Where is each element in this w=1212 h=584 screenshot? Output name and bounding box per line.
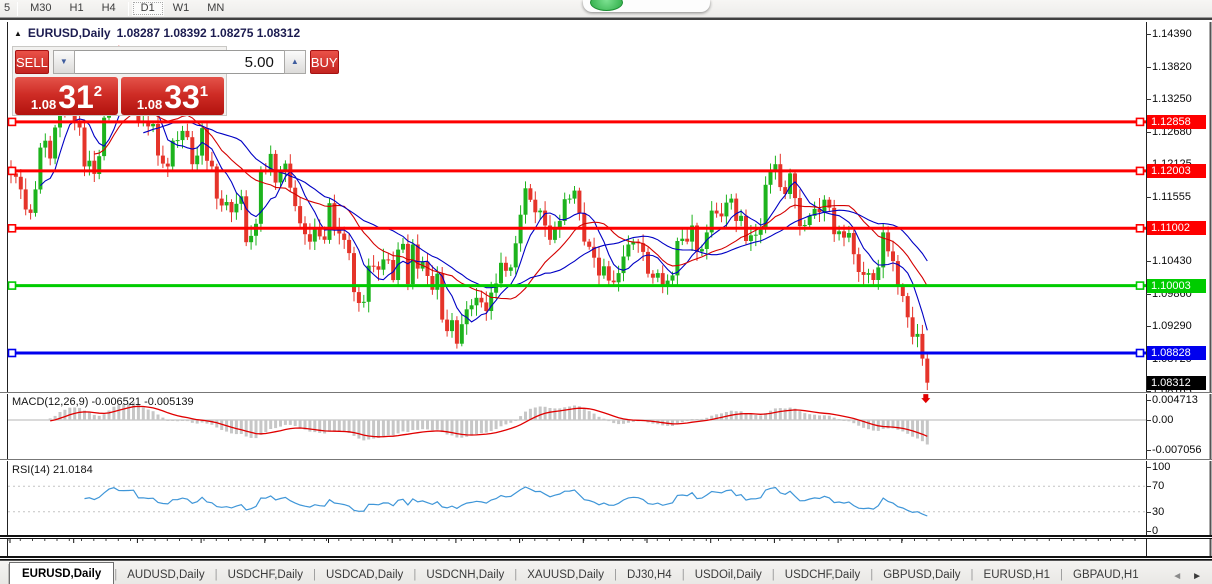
sell-button[interactable]: SELL	[15, 50, 49, 74]
tab-usdcnh-daily[interactable]: USDCNH,Daily	[416, 565, 514, 584]
volume-up-icon[interactable]: ▲	[283, 50, 306, 74]
axis-tick-mark	[1146, 66, 1151, 68]
tab-usdcad-daily[interactable]: USDCAD,Daily	[316, 565, 413, 584]
volume-down-icon[interactable]: ▼	[52, 50, 75, 74]
sell-price-big: 31	[58, 79, 94, 115]
axis-tick-label: 0.004713	[1152, 393, 1198, 406]
chart-window: ▲ EURUSD,Daily 1.08287 1.08392 1.08275 1…	[0, 18, 1212, 584]
tab-scroll-controls: ◄ ►	[1172, 571, 1212, 584]
axis-tick-mark	[1146, 420, 1151, 421]
axis-tick-label: 1.10430	[1152, 255, 1192, 268]
sell-price-figure: 1.08	[30, 97, 57, 112]
toolbar-separator	[127, 1, 129, 16]
macd-label: MACD(12,26,9) -0.006521 -0.005139	[12, 396, 194, 408]
axis-tick-label: 1.13250	[1152, 93, 1192, 106]
timeframe-buttons: M30 H1 H4 D1 W1 MN	[21, 1, 233, 16]
timeframe-button-w1[interactable]: W1	[164, 1, 199, 16]
timeframe-button-m30[interactable]: M30	[21, 1, 60, 16]
axis-tick-mark	[1146, 449, 1151, 451]
buy-button[interactable]: BUY	[309, 50, 339, 74]
axis-tick-label: 1.13820	[1152, 60, 1192, 73]
axis-tick-mark	[1146, 196, 1151, 198]
axis-tick-mark	[1146, 326, 1151, 328]
tab-eurusd-h1[interactable]: EURUSD,H1	[974, 565, 1060, 584]
timeframe-button-d1[interactable]: D1	[131, 1, 164, 16]
one-click-trade-panel: SELL ▼ ▲ BUY 1.08 31 2 1.08 33 1	[12, 46, 339, 116]
axis-tick-mark	[1146, 511, 1151, 513]
tab-xauusd-daily[interactable]: XAUUSD,Daily	[517, 565, 614, 584]
tab-bar-spacer	[0, 564, 9, 584]
axis-tick-label: 100	[1152, 461, 1171, 473]
axis-tick-mark	[1146, 293, 1151, 295]
axis-tick-mark	[1146, 132, 1151, 134]
collapse-panel-icon[interactable]: ▲	[14, 29, 22, 38]
mt4-terminal: 5 M30 H1 H4 D1 W1 MN ▲ EURUSD,Daily 1.08287 1…	[0, 0, 1212, 584]
buy-price-figure: 1.08	[136, 97, 163, 112]
buy-price-big: 33	[164, 79, 200, 115]
rsi-label: RSI(14) 21.0184	[12, 464, 93, 476]
screen-overlay-pill	[583, 0, 710, 12]
timeframe-button-h1[interactable]: H1	[61, 1, 93, 16]
axis-tick-mark	[1146, 531, 1151, 532]
axis-tick-mark	[1146, 467, 1151, 468]
axis-tick-mark	[1146, 486, 1151, 488]
axis-tick-label: 0.00	[1152, 414, 1174, 426]
chart-symbol-label: EURUSD,Daily	[27, 26, 111, 40]
axis-tick-mark	[1146, 34, 1151, 35]
axis-tick-mark	[1146, 99, 1151, 101]
tab-gbpusd-daily[interactable]: GBPUSD,Daily	[873, 565, 970, 584]
tab-usdchf-daily[interactable]: USDCHF,Daily	[775, 565, 870, 584]
volume-stepper: ▼ ▲	[52, 50, 306, 74]
tab-audusd-daily[interactable]: AUDUSD,Daily	[117, 565, 214, 584]
tab-gbpaud-h1[interactable]: GBPAUD,H1	[1063, 565, 1149, 584]
buy-price-tile[interactable]: 1.08 33 1	[121, 77, 224, 115]
sell-price-tile[interactable]: 1.08 31 2	[15, 77, 118, 115]
pane-divider[interactable]	[0, 459, 1212, 461]
price-level-tag: 1.12858	[1147, 114, 1206, 129]
tab-usdchf-daily[interactable]: USDCHF,Daily	[218, 565, 313, 584]
tab-scroll-left-icon[interactable]: ◄	[1172, 571, 1182, 582]
volume-input[interactable]	[74, 50, 284, 74]
toolbar-separator	[17, 1, 19, 16]
axis-tick-label: 30	[1152, 505, 1165, 518]
axis-tick-label: 1.11555	[1152, 190, 1191, 203]
chart-bottom-border	[0, 535, 1212, 539]
axis-tick-label: 1.09290	[1152, 320, 1192, 333]
sell-price-pip: 2	[93, 83, 103, 100]
toolbar-button-partial[interactable]: 5	[0, 1, 14, 16]
pane-divider[interactable]	[0, 392, 1212, 394]
price-level-tag: 1.08312	[1147, 375, 1206, 390]
buy-price-pip: 1	[199, 83, 209, 100]
tab-usdoil-daily[interactable]: USDOil,Daily	[685, 565, 772, 584]
axis-tick-label: -0.007056	[1152, 443, 1202, 456]
timeframe-button-mn[interactable]: MN	[198, 1, 233, 16]
axis-tick-mark	[1146, 261, 1151, 263]
symbol-tab-bar: EURUSD,Daily | AUDUSD,Daily | USDCHF,Daily | U…	[0, 560, 1212, 584]
timeframe-button-h4[interactable]: H4	[93, 1, 125, 16]
price-level-tag: 1.11002	[1147, 221, 1206, 236]
chart-title: ▲ EURUSD,Daily 1.08287 1.08392 1.08275 1…	[14, 26, 300, 40]
price-level-tag: 1.12003	[1147, 163, 1206, 178]
axis-tick-label: 70	[1152, 480, 1165, 493]
overlay-green-button[interactable]	[590, 0, 623, 11]
chart-ohlc-values: 1.08287 1.08392 1.08275 1.08312	[116, 26, 301, 40]
axis-tick-label: 1.14390	[1152, 28, 1192, 40]
tab-dj30-h4[interactable]: DJ30,H4	[617, 565, 682, 584]
axis-tick-mark	[1146, 399, 1151, 401]
tab-eurusd-daily[interactable]: EURUSD,Daily	[9, 562, 115, 584]
price-level-tag: 1.10003	[1147, 278, 1206, 293]
price-level-tag: 1.08828	[1147, 345, 1206, 360]
tab-scroll-right-icon[interactable]: ►	[1192, 571, 1202, 582]
